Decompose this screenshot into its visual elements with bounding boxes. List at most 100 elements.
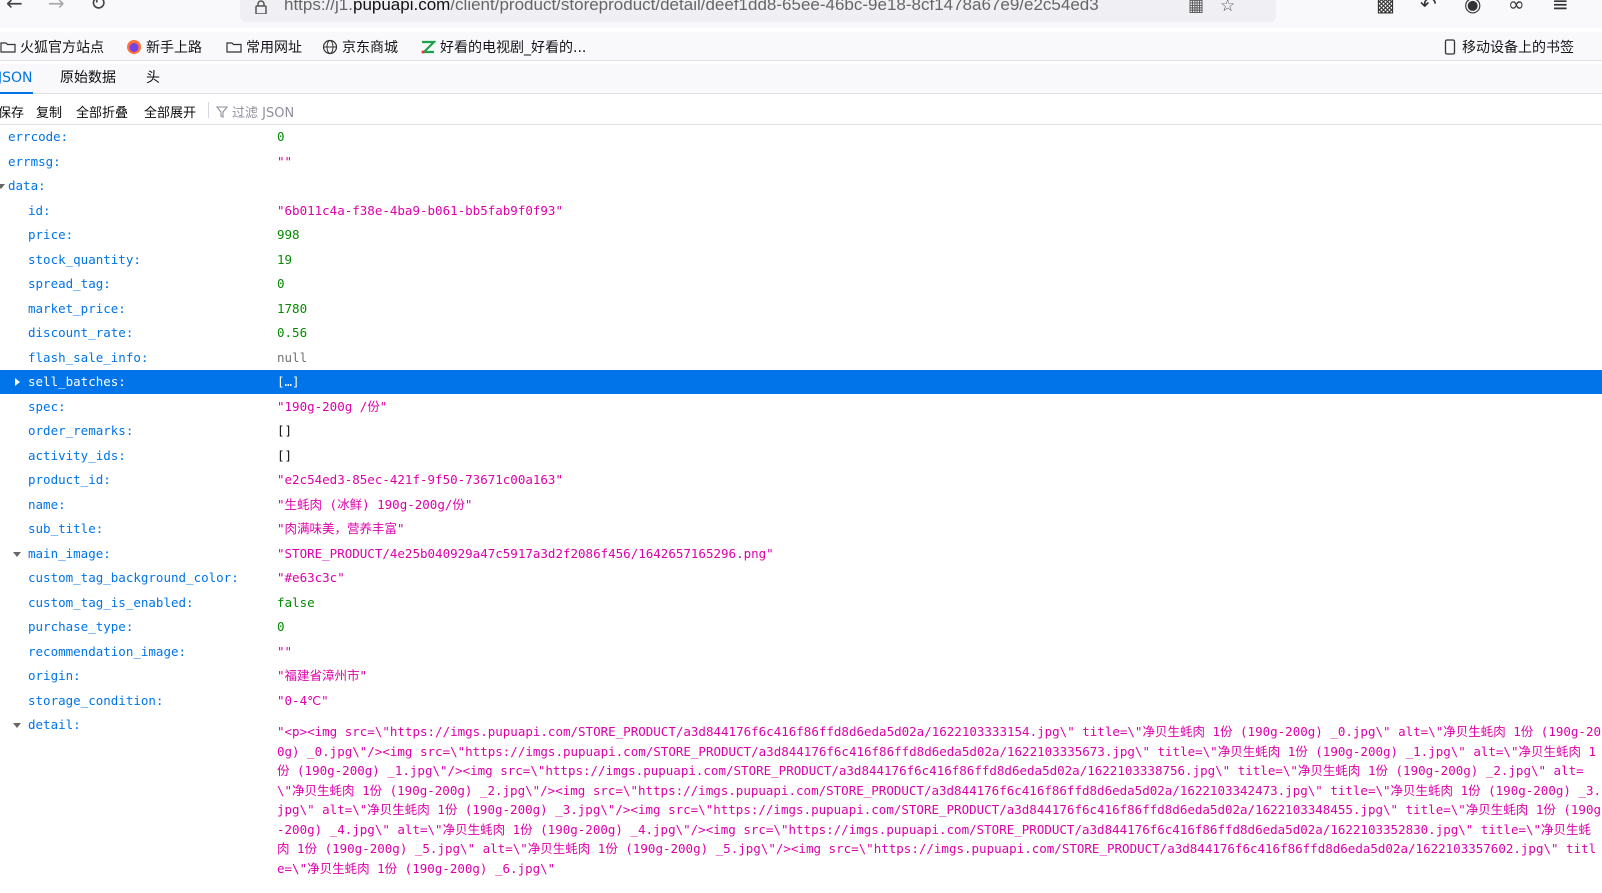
toolbar-divider — [208, 102, 209, 118]
filter-placeholder: 过滤 JSON — [232, 106, 295, 121]
bookmark-item[interactable]: 好看的电视剧_好看的... — [420, 37, 586, 57]
bookmark-item[interactable]: 京东商城 — [322, 37, 398, 57]
json-row-order-remarks[interactable]: order_remarks: [] — [0, 419, 1602, 443]
collapsed-toggle-icon[interactable] — [12, 377, 22, 387]
bookmark-item[interactable]: 新手上路 — [126, 37, 202, 57]
undo-icon[interactable]: ↶ — [1420, 0, 1437, 16]
url-prefix: https://j1. — [284, 0, 353, 14]
bookmark-label: 新手上路 — [146, 40, 202, 56]
json-row-name[interactable]: name: "生蚝肉 (冰鲜) 190g-200g/份" — [0, 493, 1602, 517]
json-row-sell-batches[interactable]: sell_batches: […] — [0, 370, 1602, 394]
json-row-product-id[interactable]: product_id: "e2c54ed3-85ec-421f-9f50-736… — [0, 468, 1602, 492]
json-value: "" — [277, 153, 293, 169]
json-row-recommendation-image[interactable]: recommendation_image: "" — [0, 640, 1602, 664]
bookmark-star-icon[interactable]: ☆ — [1220, 0, 1235, 16]
url-host: pupuapi.com — [352, 0, 451, 14]
save-button[interactable]: 保存 — [0, 102, 24, 121]
json-key: errmsg: — [8, 153, 61, 169]
json-key: activity_ids: — [28, 447, 126, 463]
json-value: [] — [277, 447, 293, 463]
json-key: flash_sale_info: — [28, 349, 149, 365]
json-value: "生蚝肉 (冰鲜) 190g-200g/份" — [277, 496, 473, 512]
tab-raw-data[interactable]: 原始数据 — [60, 68, 116, 92]
json-value: null — [277, 349, 308, 365]
expand-toggle-icon[interactable] — [12, 549, 22, 559]
json-value: […] — [277, 374, 300, 389]
bookmark-item[interactable]: 常用网址 — [226, 37, 302, 57]
json-value: "肉满味美，营养丰富" — [277, 521, 405, 536]
json-toolbar: 保存 复制 全部折叠 全部展开 过滤 JSON — [0, 96, 1602, 125]
json-row-flash-sale-info[interactable]: flash_sale_info: null — [0, 346, 1602, 370]
filter-json-input[interactable]: 过滤 JSON — [216, 102, 294, 121]
json-row-sub-title[interactable]: sub_title: "肉满味美，营养丰富" — [0, 517, 1602, 541]
url-bar[interactable]: https://j1.pupuapi.com/client/product/st… — [240, 0, 1276, 22]
json-key: errcode: — [8, 129, 69, 144]
json-key: custom_tag_is_enabled: — [28, 594, 194, 610]
mobile-bookmarks-label: 移动设备上的书签 — [1462, 40, 1574, 56]
json-row-errcode[interactable]: errcode: 0 — [0, 125, 1602, 149]
json-value: 0 — [277, 276, 285, 291]
filter-icon — [216, 105, 228, 118]
json-value: 0 — [277, 619, 285, 634]
tab-headers[interactable]: 头 — [146, 68, 160, 92]
qr-code-icon[interactable]: ▦ — [1188, 0, 1204, 16]
json-value: 0.56 — [277, 325, 308, 340]
json-row-discount-rate[interactable]: discount_rate: 0.56 — [0, 321, 1602, 345]
json-key: order_remarks: — [28, 423, 134, 438]
json-row-price[interactable]: price: 998 — [0, 223, 1602, 247]
json-key: price: — [28, 227, 74, 242]
folder-icon — [0, 42, 16, 53]
json-row-errmsg[interactable]: errmsg: "" — [0, 150, 1602, 174]
json-row-storage-condition[interactable]: storage_condition: "0-4℃" — [0, 689, 1602, 713]
profile-icon[interactable]: ◉ — [1464, 0, 1481, 16]
json-value: 1780 — [277, 300, 308, 316]
tab-json[interactable]: JSON — [0, 68, 33, 94]
mobile-bookmarks[interactable]: 移动设备上的书签 — [1442, 37, 1574, 57]
json-key: spec: — [28, 398, 66, 414]
sync-icon[interactable]: ∞ — [1508, 0, 1525, 16]
url-text[interactable]: https://j1.pupuapi.com/client/product/st… — [284, 0, 1214, 15]
firefox-icon — [127, 40, 141, 54]
json-key: spread_tag: — [28, 276, 111, 291]
json-row-stock-quantity[interactable]: stock_quantity: 19 — [0, 248, 1602, 272]
json-row-market-price[interactable]: market_price: 1780 — [0, 297, 1602, 321]
menu-icon[interactable]: ≡ — [1552, 0, 1569, 16]
json-key: purchase_type: — [28, 619, 134, 634]
json-value: "#e63c3c" — [277, 570, 345, 585]
json-value: "6b011c4a-f38e-4ba9-b061-bb5fab9f0f93" — [277, 202, 563, 218]
json-value: [] — [277, 423, 293, 438]
json-row-origin[interactable]: origin: "福建省漳州市" — [0, 664, 1602, 688]
json-row-id[interactable]: id: "6b011c4a-f38e-4ba9-b061-bb5fab9f0f9… — [0, 199, 1602, 223]
json-row-activity-ids[interactable]: activity_ids: [] — [0, 444, 1602, 468]
extension-icon[interactable]: ▩ — [1376, 0, 1395, 16]
url-path: /client/product/storeproduct/detail/deef… — [450, 0, 1099, 14]
expand-toggle-icon[interactable] — [12, 720, 22, 730]
json-key: sell_batches: — [28, 374, 126, 389]
json-row-main-image[interactable]: main_image: "STORE_PRODUCT/4e25b040929a4… — [0, 542, 1602, 566]
json-key: name: — [28, 496, 66, 512]
expand-all-button[interactable]: 全部展开 — [144, 102, 196, 121]
json-row-custom-tag-background-color[interactable]: custom_tag_background_color: "#e63c3c" — [0, 566, 1602, 590]
collapse-all-button[interactable]: 全部折叠 — [76, 102, 128, 121]
lock-icon — [255, 0, 267, 14]
back-arrow-icon[interactable]: ← — [6, 0, 23, 13]
json-key: sub_title: — [28, 521, 104, 536]
json-row-custom-tag-is-enabled[interactable]: custom_tag_is_enabled: false — [0, 591, 1602, 615]
json-row-spec[interactable]: spec: "190g-200g /份" — [0, 395, 1602, 419]
json-key: main_image: — [28, 545, 111, 561]
json-row-data[interactable]: data: — [0, 174, 1602, 198]
folder-icon — [226, 42, 242, 53]
json-key: id: — [28, 202, 51, 218]
forward-arrow-icon[interactable]: → — [48, 0, 65, 13]
expand-toggle-icon[interactable] — [0, 181, 6, 191]
bookmark-label: 好看的电视剧_好看的... — [440, 40, 587, 56]
json-value: "" — [277, 643, 293, 659]
copy-button[interactable]: 复制 — [36, 102, 62, 121]
json-key: data: — [8, 178, 46, 193]
json-row-spread-tag[interactable]: spread_tag: 0 — [0, 272, 1602, 296]
browser-navbar: ← → ↻ https://j1.pupuapi.com/client/prod… — [0, 0, 1602, 28]
json-row-purchase-type[interactable]: purchase_type: 0 — [0, 615, 1602, 639]
bookmark-item[interactable]: 火狐官方站点 — [0, 37, 104, 57]
json-value: "190g-200g /份" — [277, 398, 388, 414]
reload-icon[interactable]: ↻ — [90, 0, 107, 13]
